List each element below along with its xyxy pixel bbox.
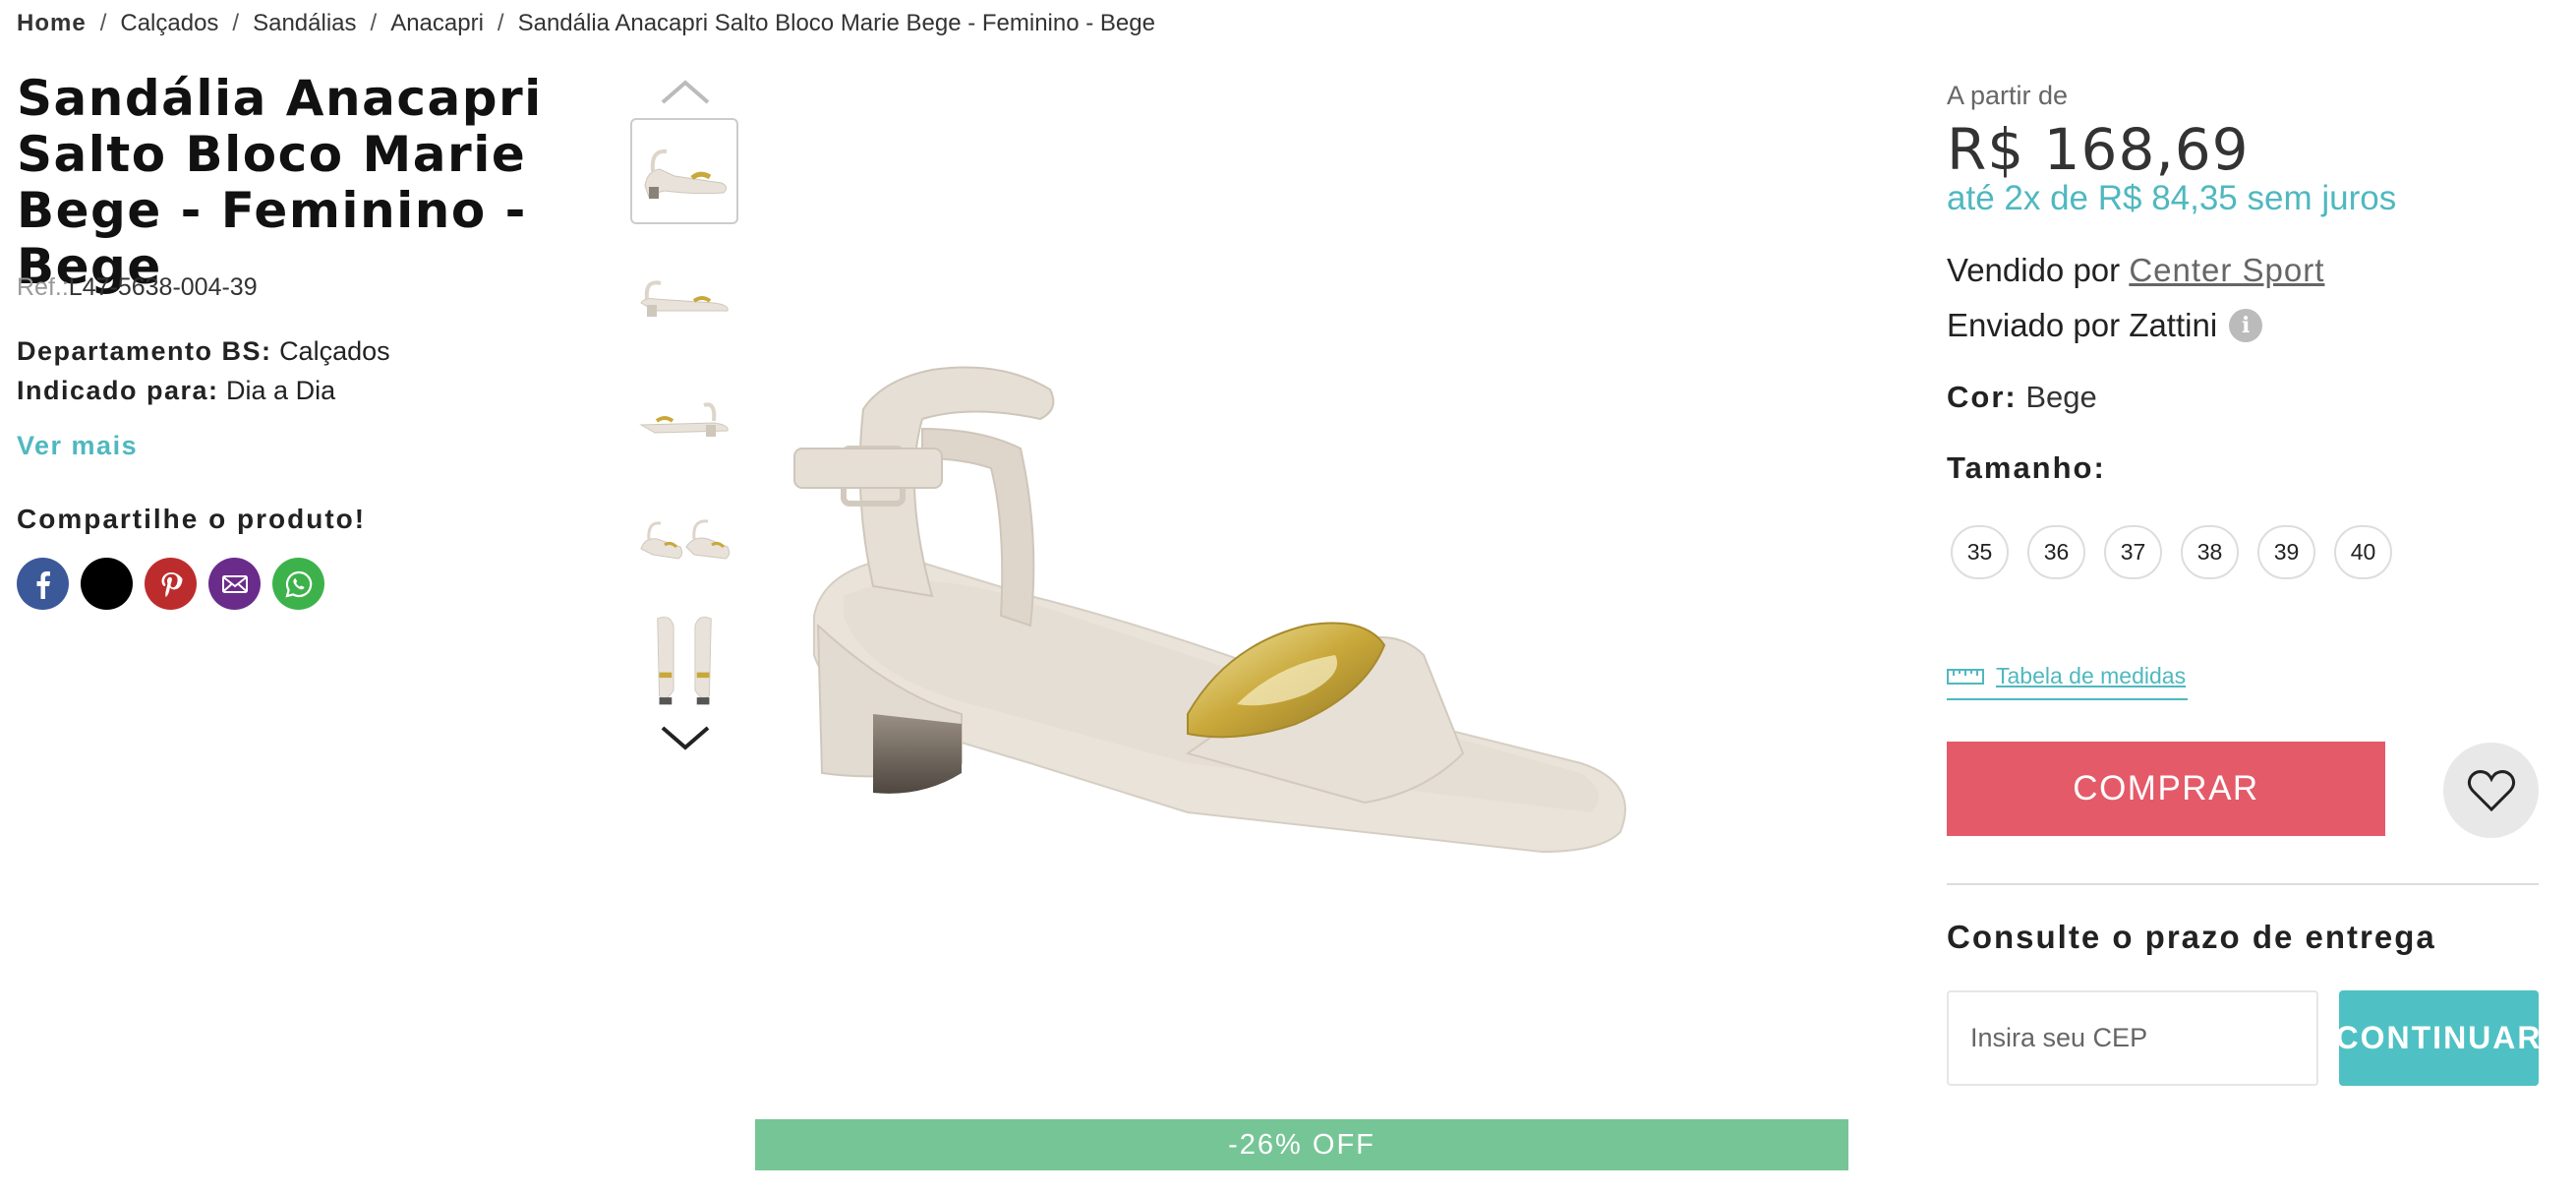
cep-input[interactable] <box>1947 990 2318 1086</box>
product-price: R$ 168,69 <box>1947 116 2250 183</box>
size-option-38[interactable]: 38 <box>2181 525 2239 579</box>
sandal-product-image <box>793 366 1626 854</box>
sandal-thumbnail-profile <box>640 280 729 317</box>
sandal-thumbnail-top <box>657 617 712 705</box>
attribute-value: Dia a Dia <box>226 376 336 405</box>
sandal-thumbnail-side <box>644 149 728 199</box>
sold-by: Vendido por Center Sport <box>1947 252 2324 289</box>
chevron-down-icon <box>661 726 710 750</box>
breadcrumb-separator: / <box>232 10 240 36</box>
color-selector: Cor: Bege <box>1947 380 2097 415</box>
breadcrumb-item-calcados[interactable]: Calçados <box>120 10 218 37</box>
info-icon[interactable]: i <box>2229 309 2263 342</box>
color-label: Cor: <box>1947 380 2018 414</box>
breadcrumb-item-anacapri[interactable]: Anacapri <box>390 10 484 37</box>
product-title: Sandália Anacapri Salto Bloco Marie Bege… <box>17 70 543 295</box>
continue-button[interactable]: CONTINUAR <box>2336 990 2541 1086</box>
ref-label: Ref.: <box>17 273 69 301</box>
breadcrumb-separator: / <box>497 10 504 36</box>
wishlist-button[interactable] <box>2443 743 2539 838</box>
shipped-by-text: Enviado por Zattini <box>1947 307 2218 343</box>
sandal-thumbnail-inner <box>639 402 729 437</box>
size-chart-link[interactable]: Tabela de medidas <box>1947 657 2189 700</box>
ruler-icon <box>1947 669 1984 685</box>
email-icon <box>221 574 248 593</box>
heart-icon <box>2467 769 2515 811</box>
thumbnail-4[interactable] <box>630 484 738 590</box>
sandal-thumbnail-pair <box>640 519 731 560</box>
breadcrumb: Home / Calçados / Sandálias / Anacapri /… <box>17 10 1155 37</box>
share-title: Compartilhe o produto! <box>17 504 367 534</box>
attribute-key: Indicado para: <box>17 376 219 405</box>
ref-value: L47-5638-004-39 <box>68 273 258 301</box>
breadcrumb-separator: / <box>99 10 107 36</box>
thumbnail-1[interactable] <box>630 118 738 224</box>
thumbnail-2[interactable] <box>630 240 738 346</box>
breadcrumb-home[interactable]: Home <box>17 10 87 37</box>
delivery-title: Consulte o prazo de entrega <box>1947 919 2436 955</box>
breadcrumb-item-current[interactable]: Sandália Anacapri Salto Bloco Marie Bege… <box>518 10 1155 37</box>
attribute-indicated-for: Indicado para: Dia a Dia <box>17 376 335 406</box>
share-email-button[interactable] <box>208 558 261 610</box>
sold-by-label: Vendido por <box>1947 252 2121 288</box>
size-option-40[interactable]: 40 <box>2334 525 2392 579</box>
see-more-link[interactable]: Ver mais <box>17 431 138 461</box>
price-from-label: A partir de <box>1947 81 2069 110</box>
seller-link[interactable]: Center Sport <box>2129 252 2324 288</box>
share-facebook-button[interactable] <box>17 558 69 610</box>
breadcrumb-separator: / <box>370 10 378 36</box>
shipped-by: Enviado por Zattini i <box>1947 307 2263 344</box>
share-x-button[interactable] <box>81 558 133 610</box>
size-label: Tamanho: <box>1947 450 2106 485</box>
thumbnail-3[interactable] <box>630 362 738 468</box>
divider <box>1947 883 2539 885</box>
thumbnails-down-arrow[interactable] <box>659 724 712 751</box>
whatsapp-icon <box>284 570 312 598</box>
size-option-35[interactable]: 35 <box>1951 525 2009 579</box>
installments-text: até 2x de R$ 84,35 sem juros <box>1947 179 2397 217</box>
share-buttons <box>17 558 324 610</box>
share-whatsapp-button[interactable] <box>272 558 324 610</box>
main-product-image[interactable] <box>755 75 1848 1117</box>
size-options: 35 36 37 38 39 40 <box>1951 525 2392 579</box>
size-option-37[interactable]: 37 <box>2104 525 2162 579</box>
size-option-36[interactable]: 36 <box>2027 525 2085 579</box>
chevron-up-icon <box>661 80 710 104</box>
color-value: Bege <box>2025 380 2097 414</box>
x-twitter-icon <box>97 574 116 593</box>
facebook-icon <box>36 570 50 599</box>
product-ref: Ref.:L47-5638-004-39 <box>17 273 258 302</box>
thumbnails-up-arrow[interactable] <box>659 79 712 106</box>
attribute-key: Departamento BS: <box>17 336 272 366</box>
pinterest-icon <box>161 571 182 597</box>
discount-badge: -26% OFF <box>755 1119 1848 1170</box>
breadcrumb-item-sandalias[interactable]: Sandálias <box>253 10 356 37</box>
thumbnail-5[interactable] <box>630 606 738 712</box>
attribute-department: Departamento BS: Calçados <box>17 336 390 367</box>
share-pinterest-button[interactable] <box>145 558 197 610</box>
size-chart-label: Tabela de medidas <box>1996 662 2187 688</box>
buy-button[interactable]: COMPRAR <box>1947 742 2385 836</box>
size-option-39[interactable]: 39 <box>2257 525 2315 579</box>
attribute-value: Calçados <box>279 336 390 366</box>
